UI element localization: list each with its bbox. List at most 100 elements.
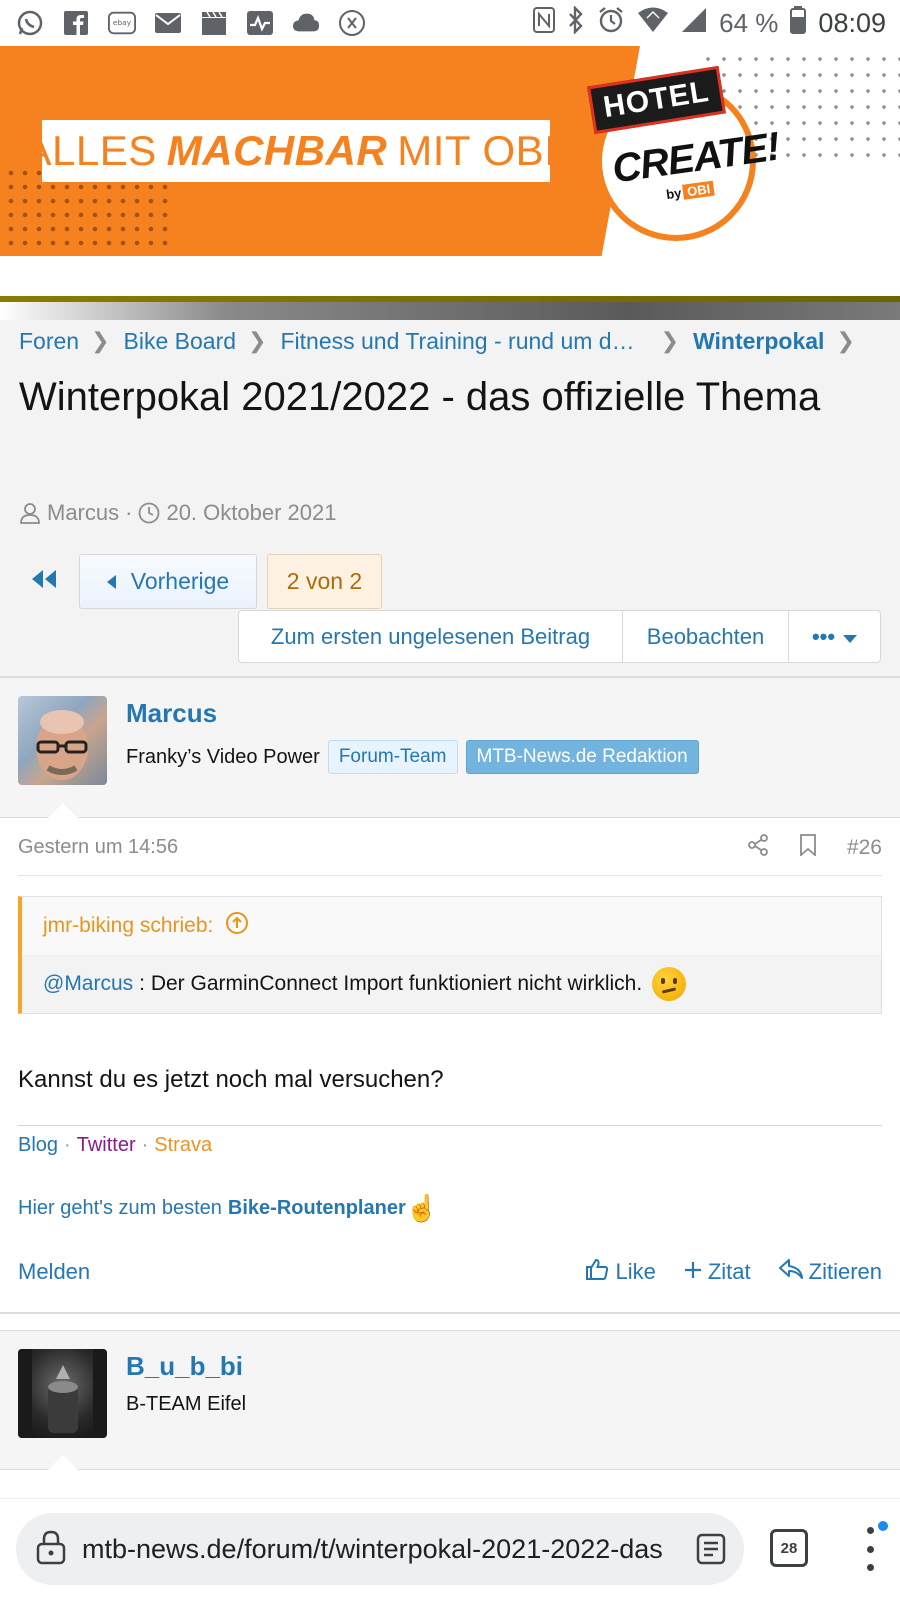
- signature-strava-link[interactable]: Strava: [154, 1134, 212, 1157]
- chevron-right-icon: ❯: [91, 328, 110, 353]
- plus-icon: [684, 1259, 702, 1285]
- chevron-right-icon: ❯: [836, 328, 855, 353]
- avatar-bike-image: [18, 1349, 107, 1438]
- like-label: Like: [615, 1259, 656, 1284]
- mail-icon: [154, 9, 182, 37]
- notification-icons: ebay: [16, 9, 366, 37]
- tab-switcher-button[interactable]: 28: [770, 1529, 808, 1567]
- user-mention[interactable]: @Marcus: [43, 972, 133, 996]
- thread-action-bar: Zum ersten ungelesenen Beitrag Beobachte…: [238, 610, 881, 663]
- post-actions: Like Zitat Zitieren: [585, 1257, 882, 1287]
- update-notification-dot: [878, 1521, 888, 1531]
- user-title: Franky’s Video Power: [126, 745, 320, 768]
- previous-page-label: Vorherige: [130, 568, 230, 594]
- jump-to-quote-icon[interactable]: [225, 911, 249, 941]
- menu-dot: [866, 1564, 874, 1571]
- ebay-kleinanzeigen-icon: ebay: [108, 9, 136, 37]
- avatar[interactable]: [18, 696, 107, 785]
- bluetooth-icon: [567, 4, 585, 41]
- breadcrumb-item-fitness[interactable]: Fitness und Training - rund um d…: [280, 328, 634, 355]
- thread-date[interactable]: 20. Oktober 2021: [166, 500, 336, 526]
- browser-toolbar: mtb-news.de/forum/t/winterpokal-2021-202…: [0, 1498, 900, 1600]
- quote-author: jmr-biking schrieb:: [43, 914, 214, 937]
- signature-twitter-link[interactable]: Twitter: [77, 1134, 136, 1157]
- quote-content: @Marcus : Der GarminConnect Import funkt…: [22, 955, 881, 1013]
- user-banner-forum-team: Forum-Team: [327, 740, 458, 774]
- post-username[interactable]: Marcus: [126, 698, 217, 729]
- like-button[interactable]: Like: [585, 1257, 656, 1287]
- status-bar: ebay 64 % 08:09: [0, 0, 900, 46]
- post-timestamp[interactable]: Gestern um 14:56: [18, 836, 178, 859]
- slogan-right: MIT OBI.: [397, 127, 569, 174]
- report-link[interactable]: Melden: [18, 1259, 90, 1285]
- watch-button[interactable]: Beobachten: [623, 611, 789, 662]
- thread-meta: Marcus · 20. Oktober 2021: [19, 500, 336, 526]
- chevron-right-icon: ❯: [248, 328, 267, 353]
- chevron-right-icon: ❯: [660, 328, 680, 353]
- signature-divider: [18, 1125, 882, 1126]
- breadcrumb: Foren ❯ Bike Board ❯ Fitness und Trainin…: [19, 323, 869, 359]
- user-title-row: B-TEAM Eifel: [126, 1393, 246, 1416]
- reader-mode-icon[interactable]: [696, 1533, 726, 1570]
- ad-banner[interactable]: ALLES MACHBAR MIT OBI. HOTEL CREATE! by O…: [0, 46, 900, 296]
- previous-page-button[interactable]: Vorherige: [79, 554, 257, 609]
- page-title: Winterpokal 2021/2022 - das offizielle T…: [19, 375, 821, 419]
- current-page-indicator[interactable]: 2 von 2: [267, 554, 382, 609]
- browser-menu-button[interactable]: [860, 1527, 880, 1571]
- breadcrumb-item-bike-board[interactable]: Bike Board: [124, 328, 237, 355]
- post-number[interactable]: #26: [847, 836, 882, 860]
- share-icon[interactable]: [747, 833, 769, 862]
- post-header: Gestern um 14:56 #26: [18, 820, 882, 876]
- reply-quote-label: Zitieren: [808, 1259, 882, 1284]
- signature-dot: ·: [141, 1134, 149, 1156]
- signature-dot: ·: [64, 1134, 71, 1156]
- first-unread-button[interactable]: Zum ersten ungelesenen Beitrag: [239, 611, 623, 662]
- double-chevron-left-icon: [31, 569, 57, 594]
- post-separator: [0, 1312, 900, 1314]
- wifi-icon: [637, 7, 669, 40]
- avatar-face-image: [36, 710, 88, 780]
- badge-by: by: [665, 185, 683, 203]
- svg-text:ebay: ebay: [113, 18, 132, 27]
- post-body: Kannst du es jetzt noch mal versuchen?: [18, 1066, 444, 1093]
- quote-header[interactable]: jmr-biking schrieb:: [22, 897, 881, 955]
- bookmark-icon[interactable]: [799, 833, 817, 862]
- pointing-up-emoji-icon: ☝️: [405, 1193, 439, 1223]
- battery-icon: [790, 5, 807, 41]
- post-user-block: Marcus Franky’s Video Power Forum-Team M…: [0, 678, 900, 818]
- clock: 08:09: [818, 7, 886, 38]
- activity-chart-icon: [246, 9, 274, 37]
- slogan-bold: MACHBAR: [166, 127, 388, 174]
- signature-route-line: Hier geht's zum besten Bike-Routenplaner…: [18, 1193, 438, 1224]
- first-page-button[interactable]: [19, 556, 69, 608]
- more-options-button[interactable]: •••: [789, 611, 880, 662]
- signature-route-link[interactable]: Bike-Routenplaner: [228, 1197, 406, 1220]
- next-post-user-block: B_u_b_bi B-TEAM Eifel: [0, 1330, 900, 1470]
- page-nav: Vorherige 2 von 2: [19, 554, 382, 609]
- breadcrumb-item-winterpokal[interactable]: Winterpokal: [693, 328, 824, 355]
- caret-down-icon: [843, 624, 858, 650]
- user-block-arrow: [48, 803, 78, 818]
- header-divider: [0, 296, 900, 320]
- reply-icon: [778, 1258, 803, 1286]
- caret-left-icon: [106, 568, 117, 595]
- signal-icon: [681, 7, 707, 40]
- quote-text: : Der GarminConnect Import funktioniert …: [139, 972, 643, 995]
- menu-dot: [866, 1545, 874, 1553]
- lock-icon[interactable]: [36, 1529, 66, 1570]
- user-icon: [19, 502, 41, 524]
- multi-quote-label: Zitat: [707, 1259, 751, 1284]
- alarm-icon: [597, 6, 625, 41]
- reply-quote-button[interactable]: Zitieren: [778, 1258, 882, 1286]
- system-status: 64 % 08:09: [533, 4, 886, 41]
- signature-blog-link[interactable]: Blog: [18, 1134, 58, 1157]
- clock-icon: [138, 502, 160, 524]
- multi-quote-button[interactable]: Zitat: [684, 1259, 751, 1285]
- user-title-row: Franky’s Video Power Forum-Team MTB-News…: [126, 740, 699, 774]
- thread-author[interactable]: Marcus: [47, 500, 119, 526]
- address-bar[interactable]: mtb-news.de/forum/t/winterpokal-2021-202…: [16, 1513, 744, 1585]
- post-username[interactable]: B_u_b_bi: [126, 1351, 243, 1382]
- signature-route-prefix: Hier geht's zum besten: [18, 1197, 222, 1219]
- avatar[interactable]: [18, 1349, 107, 1438]
- breadcrumb-item-foren[interactable]: Foren: [19, 328, 79, 355]
